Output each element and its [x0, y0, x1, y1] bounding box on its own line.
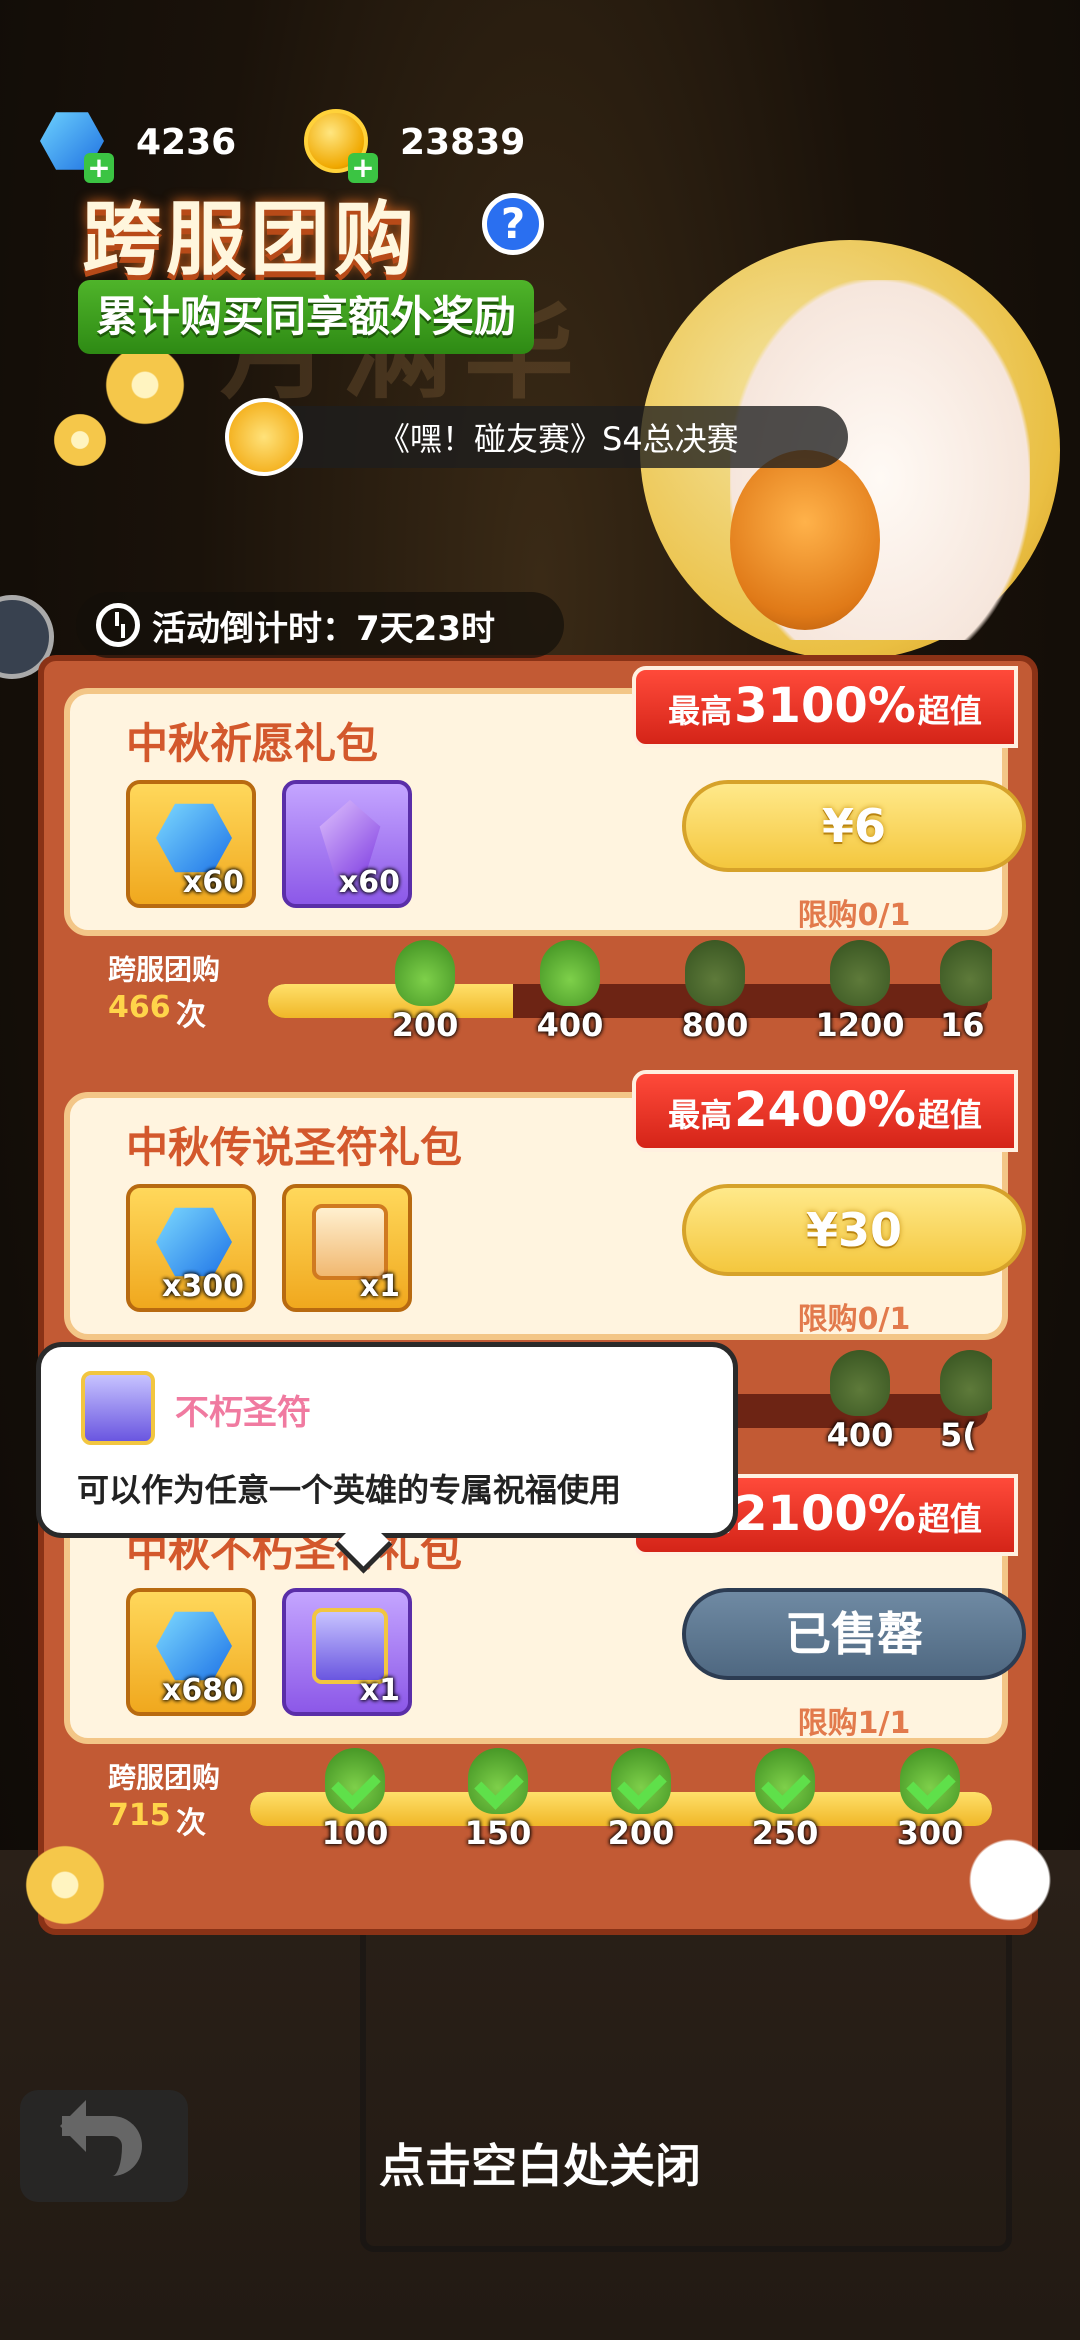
gold-coin-icon: + [300, 105, 378, 183]
osmanthus-flower-icon [50, 410, 110, 470]
mooncake-decoration [730, 450, 880, 630]
tooltip-item-name: 不朽圣符 [175, 1393, 311, 1433]
item-qty: x680 [162, 1673, 244, 1708]
clock-icon [96, 603, 140, 647]
item-tooltip: 不朽圣符 可以作为任意一个英雄的专属祝福使用 [36, 1342, 738, 1538]
milestone-reward[interactable]: 200 [586, 1748, 696, 1858]
megaphone-icon [225, 398, 303, 476]
reward-bag-icon [940, 1350, 992, 1416]
progress-unit: 次 [176, 1806, 206, 1841]
milestone-value: 300 [896, 1814, 964, 1852]
milestone-reward[interactable]: 100 [300, 1748, 410, 1858]
ribbon-value: 2400% [734, 1082, 916, 1138]
item-tile[interactable]: x60 [126, 780, 256, 908]
purchase-limit: 限购0/1 [797, 898, 911, 933]
ribbon-suffix: 超值 [917, 1500, 982, 1538]
item-tile[interactable]: x680 [126, 1588, 256, 1716]
milestone-value: 200 [607, 1814, 675, 1852]
announcement-marquee: 《嘿！碰友赛》S4总决赛 [238, 406, 848, 468]
gem-currency[interactable]: + 4236 [36, 105, 237, 183]
milestone-reward[interactable]: 150 [443, 1748, 553, 1858]
page-subtitle: 累计购买同享额外奖励 [78, 280, 535, 354]
close-hint[interactable]: 点击空白处关闭 [0, 2130, 1080, 2196]
reward-bag-icon [685, 940, 745, 1006]
gem-amount: 4236 [136, 121, 237, 163]
item-qty: x60 [182, 865, 244, 900]
progress-label: 跨服团购 [108, 953, 221, 986]
item-tile[interactable]: x60 [282, 780, 412, 908]
item-qty: x60 [338, 865, 400, 900]
announcement-text: 《嘿！碰友赛》S4总决赛 [378, 420, 739, 458]
milestone-reward[interactable]: 250 [730, 1748, 840, 1858]
help-icon[interactable]: ? [482, 193, 544, 255]
sold-out-button[interactable]: 已售罄 [682, 1588, 1026, 1680]
milestone-reward[interactable]: 200 [370, 940, 480, 1050]
ribbon-value: 3100% [734, 678, 916, 734]
pack-title: 中秋祈愿礼包 [126, 719, 379, 768]
group-buy-progress: 跨服团购 715 次 100 150 200 250 300 [80, 1748, 992, 1868]
milestone-reward[interactable]: 1200 [805, 940, 915, 1050]
reward-bag-icon [830, 1350, 890, 1416]
milestone-reward[interactable]: 400 [515, 940, 625, 1050]
milestone-value: 200 [391, 1006, 459, 1044]
milestone-reward[interactable]: 5( [940, 1350, 992, 1460]
ribbon-value: 2100% [734, 1486, 916, 1542]
item-tile[interactable]: x300 [126, 1184, 256, 1312]
osmanthus-flower-icon [20, 1840, 110, 1930]
coin-amount: 23839 [400, 121, 526, 163]
milestone-reward[interactable]: 800 [660, 940, 770, 1050]
item-qty: x300 [162, 1269, 244, 1304]
milestone-value: 400 [536, 1006, 604, 1044]
coin-currency[interactable]: + 23839 [300, 105, 526, 183]
buy-button[interactable]: ¥30 [682, 1184, 1026, 1276]
countdown-label: 活动倒计时：7天23时 [152, 608, 495, 649]
value-ribbon: 最高 3100% 超值 [632, 666, 1018, 748]
purchase-limit: 限购0/1 [797, 1302, 911, 1337]
item-qty: x1 [359, 1673, 400, 1708]
ribbon-suffix: 超值 [917, 1096, 982, 1134]
milestone-value: 100 [321, 1814, 389, 1852]
reward-bag-icon [540, 940, 600, 1006]
blue-gem-icon: + [36, 105, 114, 183]
buy-button[interactable]: ¥6 [682, 780, 1026, 872]
milestone-value: 16 [940, 1006, 985, 1044]
milestone-reward[interactable]: 400 [805, 1350, 915, 1460]
item-qty: x1 [359, 1269, 400, 1304]
purchase-limit: 限购1/1 [797, 1706, 911, 1741]
milestone-value: 250 [751, 1814, 819, 1852]
immortal-scroll-icon [81, 1371, 155, 1445]
small-rabbit-mascot [960, 1830, 1060, 1930]
tooltip-description: 可以作为任意一个英雄的专属祝福使用 [77, 1471, 622, 1509]
ribbon-prefix: 最高 [668, 1096, 733, 1134]
progress-count: 466 [108, 990, 171, 1025]
milestone-reward[interactable]: 16 [940, 940, 992, 1050]
item-tile-selected[interactable]: x1 [282, 1588, 412, 1716]
milestone-value: 5( [940, 1416, 977, 1454]
milestone-value: 800 [681, 1006, 749, 1044]
value-ribbon: 最高 2400% 超值 [632, 1070, 1018, 1152]
progress-label: 跨服团购 [108, 1761, 221, 1794]
countdown-timer: 活动倒计时：7天23时 [76, 592, 564, 658]
progress-count: 715 [108, 1798, 171, 1833]
ribbon-prefix: 最高 [668, 692, 733, 730]
milestone-value: 150 [464, 1814, 532, 1852]
item-tile[interactable]: x1 [282, 1184, 412, 1312]
reward-bag-icon [830, 940, 890, 1006]
group-buy-progress: 跨服团购 466 次 200 400 800 1200 16 [80, 940, 992, 1060]
pack-title: 中秋传说圣符礼包 [126, 1123, 463, 1172]
page-title: 跨服团购 [82, 193, 418, 286]
ribbon-suffix: 超值 [917, 692, 982, 730]
reward-bag-icon [395, 940, 455, 1006]
milestone-value: 1200 [815, 1006, 905, 1044]
milestone-value: 400 [826, 1416, 894, 1454]
reward-bag-icon [940, 940, 992, 1006]
progress-unit: 次 [176, 998, 206, 1033]
milestone-reward[interactable]: 300 [875, 1748, 985, 1858]
